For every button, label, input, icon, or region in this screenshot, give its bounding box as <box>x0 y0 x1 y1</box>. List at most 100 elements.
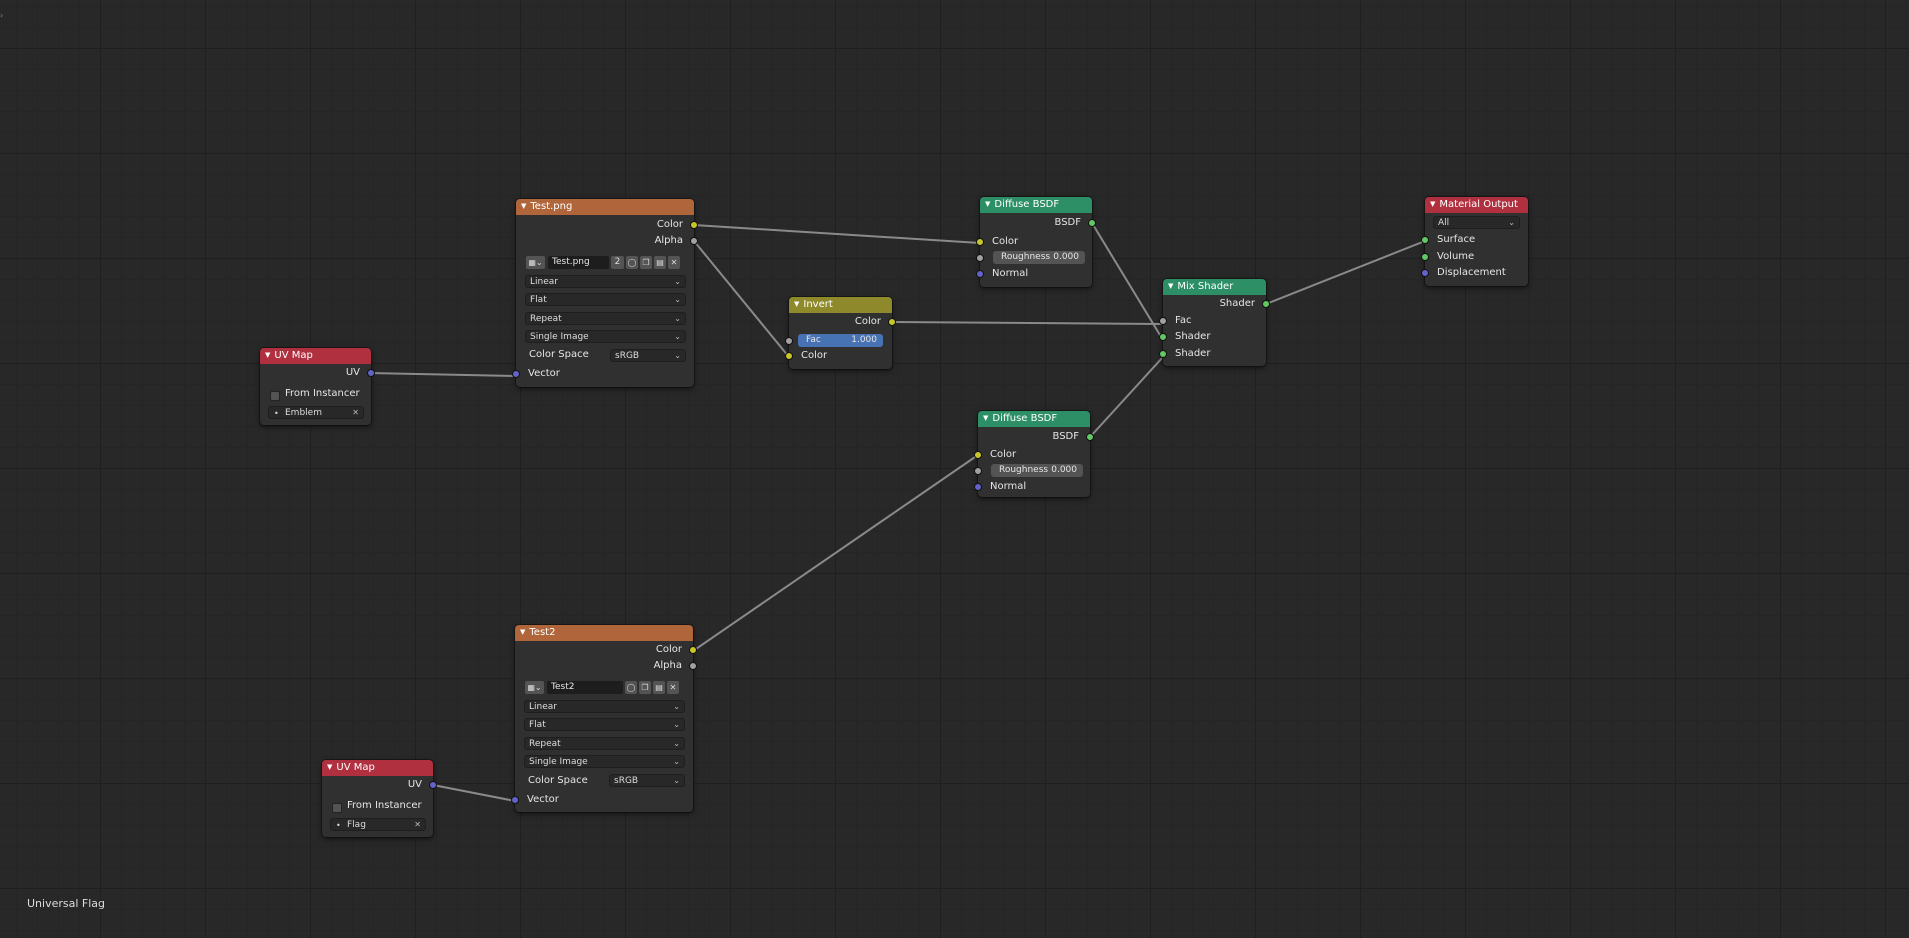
collapse-arrow-icon[interactable]: ▼ <box>520 628 525 636</box>
output-socket-bsdf[interactable] <box>1086 433 1094 441</box>
input-socket-fac[interactable] <box>785 337 793 345</box>
interpolation-dropdown[interactable]: Linear ⌄ <box>524 700 685 713</box>
image-selector[interactable]: ▦⌄ Test.png 2 ◯ ❐ ▤ ✕ <box>526 256 686 270</box>
input-socket-displacement[interactable] <box>1421 269 1429 277</box>
node-link-9[interactable] <box>432 784 516 802</box>
image-texture-node-test2[interactable]: ▼ Test2 Color Alpha ▦⌄ Test2 ◯ ❐ ▤ ✕ Line… <box>511 625 697 812</box>
image-name-field[interactable]: Test2 <box>547 681 623 694</box>
duplicate-icon[interactable]: ❐ <box>640 256 652 269</box>
projection-dropdown[interactable]: Flat ⌄ <box>525 293 686 306</box>
collapse-arrow-icon[interactable]: ▼ <box>794 300 799 308</box>
fake-user-shield-icon[interactable]: ◯ <box>626 256 638 269</box>
node-link-8[interactable] <box>692 454 979 652</box>
node-link-1[interactable] <box>693 224 981 244</box>
open-folder-icon[interactable]: ▤ <box>653 681 665 694</box>
input-socket-color[interactable] <box>785 352 793 360</box>
fac-slider[interactable]: Fac 1.000 <box>798 334 883 347</box>
uv-map-selector[interactable]: • Flag ✕ <box>330 818 426 831</box>
node-header[interactable]: ▼ Invert <box>789 297 892 313</box>
source-dropdown[interactable]: Single Image ⌄ <box>525 330 686 343</box>
mix-shader-node[interactable]: ▼ Mix Shader Shader Fac Shader Shader <box>1159 279 1270 366</box>
diffuse-bsdf-node-2[interactable]: ▼ Diffuse BSDF BSDF Color Roughness 0.000 … <box>974 411 1094 497</box>
input-socket-volume[interactable] <box>1421 253 1429 261</box>
clear-x-icon[interactable]: ✕ <box>352 406 359 419</box>
node-title: Test.png <box>530 201 573 212</box>
collapse-arrow-icon[interactable]: ▼ <box>1168 282 1173 290</box>
image-users-count[interactable]: 2 <box>611 256 624 269</box>
uv-map-node-emblem[interactable]: ▼ UV Map UV From Instancer • Emblem ✕ <box>260 348 375 425</box>
image-browse-icon[interactable]: ▦⌄ <box>525 681 544 694</box>
target-dropdown[interactable]: All ⌄ <box>1433 216 1520 229</box>
unlink-close-icon[interactable]: ✕ <box>668 256 680 269</box>
input-socket-color[interactable] <box>974 451 982 459</box>
output-socket-color[interactable] <box>690 221 698 229</box>
collapse-arrow-icon[interactable]: ▼ <box>327 763 332 771</box>
input-socket-color[interactable] <box>976 238 984 246</box>
collapse-arrow-icon[interactable]: ▼ <box>521 202 526 210</box>
input-socket-roughness[interactable] <box>976 254 984 262</box>
from-instancer-checkbox[interactable] <box>332 803 342 813</box>
output-socket-alpha[interactable] <box>690 237 698 245</box>
material-output-node[interactable]: ▼ Material Output All ⌄ Surface Volume Dis… <box>1421 197 1528 286</box>
input-socket-surface[interactable] <box>1421 236 1429 244</box>
output-socket-bsdf[interactable] <box>1088 219 1096 227</box>
extension-dropdown[interactable]: Repeat ⌄ <box>524 737 685 750</box>
sidebar-toggle-arrow[interactable]: › <box>0 11 3 20</box>
input-socket-fac[interactable] <box>1159 317 1167 325</box>
node-link-6[interactable] <box>1089 356 1164 438</box>
uv-map-node-flag[interactable]: ▼ UV Map UV From Instancer • Flag ✕ <box>322 760 437 837</box>
node-header[interactable]: ▼ Diffuse BSDF <box>978 411 1090 427</box>
from-instancer-checkbox[interactable] <box>270 391 280 401</box>
node-header[interactable]: ▼ UV Map <box>260 348 371 364</box>
image-texture-node-test-png[interactable]: ▼ Test.png Color Alpha ▦⌄ Test.png 2 ◯ ❐ … <box>512 199 698 387</box>
image-browse-icon[interactable]: ▦⌄ <box>526 256 545 269</box>
input-socket-vector[interactable] <box>511 796 519 804</box>
roughness-field[interactable]: Roughness 0.000 <box>991 464 1083 477</box>
input-socket-vector[interactable] <box>512 370 520 378</box>
color-space-dropdown[interactable]: sRGB ⌄ <box>610 349 686 362</box>
output-socket-uv[interactable] <box>429 781 437 789</box>
node-header[interactable]: ▼ Diffuse BSDF <box>980 197 1092 213</box>
diffuse-bsdf-node-1[interactable]: ▼ Diffuse BSDF BSDF Color Roughness 0.000 … <box>976 197 1096 287</box>
output-socket-shader[interactable] <box>1262 300 1270 308</box>
image-selector[interactable]: ▦⌄ Test2 ◯ ❐ ▤ ✕ <box>525 681 685 695</box>
node-header[interactable]: ▼ Material Output <box>1425 197 1528 213</box>
roughness-field[interactable]: Roughness 0.000 <box>993 251 1085 264</box>
node-link-4[interactable] <box>891 321 1164 325</box>
fake-user-shield-icon[interactable]: ◯ <box>625 681 637 694</box>
node-header[interactable]: ▼ Test.png <box>516 199 694 215</box>
node-header[interactable]: ▼ Test2 <box>515 625 693 641</box>
collapse-arrow-icon[interactable]: ▼ <box>265 351 270 359</box>
collapse-arrow-icon[interactable]: ▼ <box>985 200 990 208</box>
input-volume: Volume <box>1421 250 1528 264</box>
collapse-arrow-icon[interactable]: ▼ <box>1430 200 1435 208</box>
projection-dropdown[interactable]: Flat ⌄ <box>524 718 685 731</box>
node-link-5[interactable] <box>1091 222 1164 341</box>
output-socket-color[interactable] <box>888 318 896 326</box>
input-socket-shader-1[interactable] <box>1159 333 1167 341</box>
input-socket-normal[interactable] <box>976 270 984 278</box>
source-dropdown[interactable]: Single Image ⌄ <box>524 755 685 768</box>
node-header[interactable]: ▼ UV Map <box>322 760 433 776</box>
output-socket-color[interactable] <box>689 646 697 654</box>
uv-map-selector[interactable]: • Emblem ✕ <box>268 406 364 419</box>
input-socket-shader-2[interactable] <box>1159 350 1167 358</box>
duplicate-icon[interactable]: ❐ <box>639 681 651 694</box>
node-link-7[interactable] <box>1265 240 1426 305</box>
clear-x-icon[interactable]: ✕ <box>414 818 421 831</box>
input-socket-roughness[interactable] <box>974 467 982 475</box>
collapse-arrow-icon[interactable]: ▼ <box>983 414 988 422</box>
interpolation-dropdown[interactable]: Linear ⌄ <box>525 275 686 288</box>
node-link-2[interactable] <box>693 240 790 358</box>
invert-node[interactable]: ▼ Invert Color Fac 1.000 Color <box>785 297 896 369</box>
open-folder-icon[interactable]: ▤ <box>654 256 666 269</box>
node-link-3[interactable] <box>370 372 517 377</box>
output-socket-uv[interactable] <box>367 369 375 377</box>
extension-dropdown[interactable]: Repeat ⌄ <box>525 312 686 325</box>
output-socket-alpha[interactable] <box>689 662 697 670</box>
color-space-dropdown[interactable]: sRGB ⌄ <box>609 774 685 787</box>
input-socket-normal[interactable] <box>974 483 982 491</box>
node-header[interactable]: ▼ Mix Shader <box>1163 279 1266 295</box>
unlink-close-icon[interactable]: ✕ <box>667 681 679 694</box>
image-name-field[interactable]: Test.png <box>548 256 609 269</box>
